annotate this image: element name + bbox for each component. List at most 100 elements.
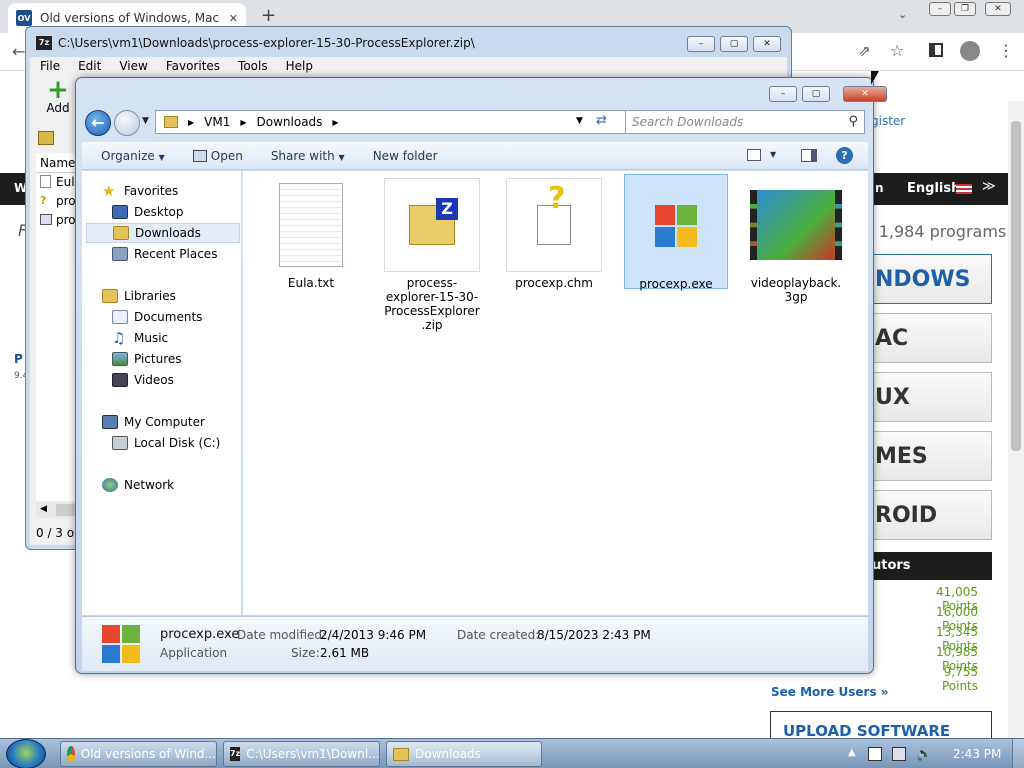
7zip-close-button[interactable]: ✕ (753, 36, 781, 52)
category-linux-button[interactable]: UX (872, 372, 992, 422)
file-item-chm[interactable]: ? procexp.chm (506, 178, 602, 290)
side-panel-icon[interactable] (929, 43, 943, 57)
explorer-close-button[interactable]: ✕ (843, 86, 887, 102)
open-button[interactable]: Open (192, 148, 243, 163)
file-item-zip[interactable]: Z process-explorer-15-30-ProcessExplorer… (384, 178, 480, 332)
browser-restore-button[interactable]: ❐ (954, 2, 976, 16)
file-name: videoplayback.3gp (750, 276, 842, 304)
view-chevron-icon[interactable]: ▼ (770, 150, 776, 159)
taskbar-7zip-button[interactable]: 7z C:\Users\vm1\Downl... (223, 741, 380, 767)
music-note-icon: ♫ (112, 329, 126, 347)
scrollbar-thumb[interactable] (1011, 121, 1021, 451)
category-games-button[interactable]: MES (872, 431, 992, 481)
search-icon[interactable]: ⚲ (848, 114, 858, 129)
see-more-users-link[interactable]: See More Users » (771, 685, 889, 699)
exe-file-icon (625, 179, 727, 273)
file-item-video[interactable]: videoplayback.3gp (748, 178, 844, 304)
nav-downloads[interactable]: Downloads (86, 223, 240, 243)
menu-tools[interactable]: Tools (238, 59, 268, 73)
back-arrow-icon[interactable]: ← (12, 42, 25, 61)
nav-label: Downloads (135, 226, 201, 240)
menu-edit[interactable]: Edit (78, 59, 101, 73)
help-icon[interactable]: ? (836, 147, 853, 164)
category-windows-button[interactable]: NDOWS (872, 254, 992, 304)
file-item-exe-selected[interactable]: procexp.exe (624, 174, 728, 291)
browser-close-button[interactable]: ✕ (985, 2, 1011, 16)
nav-recent-places[interactable]: Recent Places (112, 244, 217, 264)
chm-file-icon: ? (40, 194, 47, 207)
page-scrollbar[interactable] (1008, 101, 1024, 738)
browser-menu-icon[interactable]: ⋮ (998, 41, 1014, 60)
address-bar[interactable]: ▶ VM1 ▶ Downloads ▶ ▼ ⇄ (155, 110, 652, 134)
explorer-minimize-button[interactable]: – (769, 86, 797, 102)
bookmark-star-icon[interactable]: ☆ (890, 41, 904, 60)
search-input[interactable]: Search Downloads ⚲ (625, 110, 865, 134)
nav-pictures[interactable]: Pictures (112, 349, 182, 369)
nav-videos[interactable]: Videos (112, 370, 174, 390)
category-android-button[interactable]: ROID (872, 490, 992, 540)
login-register-link[interactable]: gister (871, 114, 905, 128)
taskbar-explorer-button[interactable]: Downloads (386, 741, 542, 767)
preview-pane-icon[interactable] (801, 149, 817, 162)
add-label: Add (46, 101, 70, 115)
back-button[interactable]: ← (85, 110, 111, 136)
new-tab-button[interactable]: + (261, 5, 276, 26)
organize-button[interactable]: Organize ▼ (101, 149, 165, 163)
recent-pages-chevron-icon[interactable]: ▼ (142, 116, 149, 126)
nav-desktop[interactable]: Desktop (112, 202, 184, 222)
nav-label: Recent Places (134, 247, 218, 261)
nav-music[interactable]: ♫ Music (112, 328, 168, 348)
add-button[interactable]: + Add (38, 77, 78, 119)
menu-help[interactable]: Help (286, 59, 313, 73)
start-button-windows-icon[interactable] (6, 739, 46, 768)
7zip-minimize-button[interactable]: – (687, 36, 715, 52)
share-icon[interactable]: ⇗ (858, 42, 871, 60)
browser-minimize-button[interactable]: – (929, 2, 951, 16)
network-tray-icon[interactable] (892, 747, 906, 761)
menu-favorites[interactable]: Favorites (166, 59, 220, 73)
folder-icon (393, 747, 409, 761)
menu-view[interactable]: View (119, 59, 147, 73)
nav-documents[interactable]: Documents (112, 307, 202, 327)
tab-search-chevron-icon[interactable]: ⌄ (898, 8, 907, 21)
language-selector[interactable]: English (907, 181, 960, 196)
refresh-icon[interactable]: ⇄ (596, 113, 607, 128)
up-folder-icon[interactable] (38, 131, 54, 145)
desktop-icon (112, 205, 128, 219)
taskbar-chrome-button[interactable]: Old versions of Wind... (60, 741, 217, 767)
volume-muted-icon[interactable]: 🔈 (916, 747, 932, 762)
new-folder-button[interactable]: New folder (373, 149, 438, 163)
nav-network[interactable]: Network (102, 475, 174, 495)
view-options-icon[interactable] (747, 149, 761, 161)
tray-expand-icon[interactable]: ▲ (848, 747, 856, 758)
mouse-cursor-icon (871, 71, 879, 85)
language-chevron-icon[interactable]: ≫ (982, 179, 996, 194)
7zip-maximize-button[interactable]: ▢ (720, 36, 748, 52)
share-with-button[interactable]: Share with ▼ (271, 149, 345, 163)
nav-libraries[interactable]: Libraries (102, 286, 176, 306)
breadcrumb-vm1[interactable]: VM1 (204, 115, 230, 129)
system-clock[interactable]: 2:43 PM (953, 747, 1001, 761)
action-center-flag-icon[interactable] (868, 747, 882, 761)
upload-software-button[interactable]: UPLOAD SOFTWARE (770, 711, 992, 741)
show-desktop-button[interactable] (1012, 739, 1024, 768)
taskbar: Old versions of Wind... 7z C:\Users\vm1\… (0, 738, 1024, 768)
category-label: AC (875, 325, 909, 351)
computer-icon (102, 415, 118, 429)
address-history-chevron-icon[interactable]: ▼ (576, 116, 583, 126)
breadcrumb-downloads[interactable]: Downloads (257, 115, 323, 129)
forward-button[interactable] (114, 110, 140, 136)
close-tab-icon[interactable]: ✕ (229, 12, 238, 25)
7zip-titlebar[interactable]: 7z C:\Users\vm1\Downloads\process-explor… (26, 27, 791, 59)
menu-file[interactable]: File (40, 59, 60, 73)
nav-local-disk[interactable]: Local Disk (C:) (112, 433, 220, 453)
explorer-maximize-button[interactable]: ▢ (802, 86, 830, 102)
nav-favorites[interactable]: ★ Favorites (102, 181, 178, 201)
category-label: MES (875, 443, 928, 469)
file-item-eula[interactable]: Eula.txt (263, 178, 359, 290)
profile-avatar-icon[interactable] (960, 41, 980, 61)
open-label: Open (210, 148, 243, 163)
category-mac-button[interactable]: AC (872, 313, 992, 363)
nav-my-computer[interactable]: My Computer (102, 412, 205, 432)
videos-filmstrip-icon (112, 373, 128, 387)
